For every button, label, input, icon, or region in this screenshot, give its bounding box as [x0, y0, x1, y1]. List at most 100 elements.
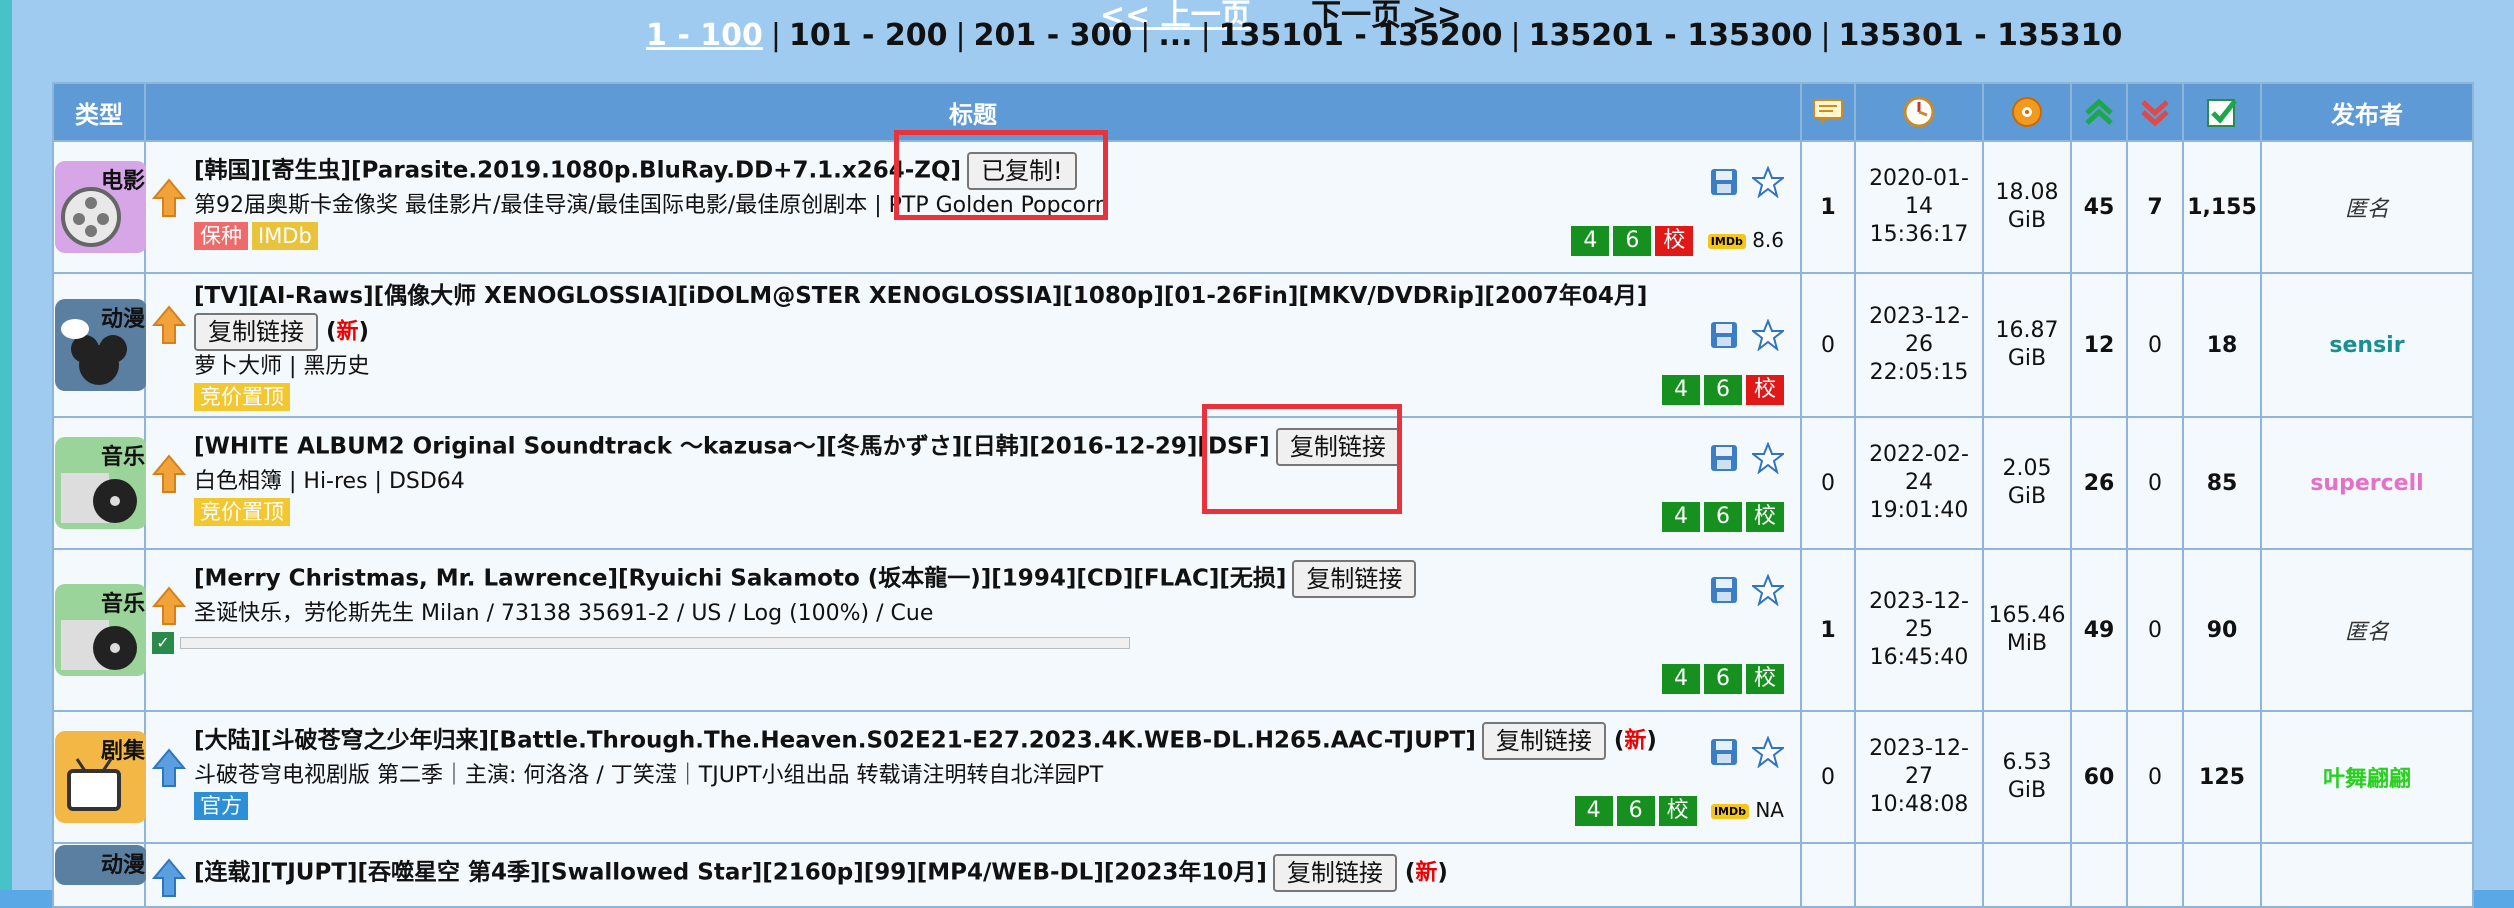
bookmark-star-icon[interactable] — [1750, 573, 1786, 607]
col-completed-header[interactable] — [2182, 82, 2262, 142]
download-floppy-icon[interactable] — [1709, 320, 1739, 350]
bookmark-star-icon[interactable] — [1750, 735, 1786, 769]
upload-time: 2023-12-26 22:05:15 — [1854, 272, 1984, 418]
col-seeders-header[interactable] — [2070, 82, 2128, 142]
category-icon-tv[interactable]: 剧集 — [55, 731, 147, 823]
bookmark-star-icon[interactable] — [1750, 318, 1786, 352]
imdb-icon: IMDb — [1710, 804, 1749, 819]
copy-link-button[interactable]: 复制链接 — [1272, 854, 1397, 892]
completed-count[interactable]: 1,155 — [2182, 140, 2262, 274]
col-type-header[interactable]: 类型 — [52, 82, 146, 142]
comments-count[interactable]: 1 — [1800, 140, 1856, 274]
leechers-down-icon — [2141, 100, 2169, 127]
download-floppy-icon[interactable] — [1709, 737, 1739, 767]
col-size-header[interactable] — [1982, 82, 2072, 142]
col-uploader-header[interactable]: 发布者 — [2260, 82, 2474, 142]
category-icon-music[interactable]: 音乐 — [55, 584, 147, 676]
upload-time: 2022-02-24 19:01:40 — [1854, 416, 1984, 550]
torrent-title-link[interactable]: [大陆][斗破苍穹之少年归来][Battle.Through.The.Heave… — [194, 728, 1476, 754]
page-ellipsis: ... — [1158, 18, 1193, 53]
page-link-2[interactable]: 101 - 200 — [789, 18, 948, 53]
film-reel-icon — [61, 187, 121, 247]
upload-time: 2023-12-25 16:45:40 — [1854, 548, 1984, 712]
leechers-count[interactable]: 0 — [2126, 272, 2184, 418]
copy-link-button[interactable]: 复制链接 — [1481, 722, 1606, 760]
badge-ipv6: 6 — [1704, 664, 1742, 694]
uploader[interactable]: 叶舞翩翩 — [2260, 710, 2474, 844]
torrent-subtitle: 圣诞快乐，劳伦斯先生 Milan / 73138 35691-2 / US / … — [194, 601, 934, 626]
category-cell: 电影 — [52, 140, 147, 274]
tag-imdb: IMDb — [252, 222, 318, 250]
uploader[interactable]: supercell — [2260, 416, 2474, 550]
category-icon-movie[interactable]: 电影 — [55, 161, 147, 253]
page-link-1352[interactable]: 135101 - 135200 — [1219, 18, 1503, 53]
size: 18.08 GiB — [1982, 140, 2072, 274]
completed-count[interactable]: 85 — [2182, 416, 2262, 550]
seeders-count[interactable]: 60 — [2070, 710, 2128, 844]
table-row: 动漫 [TV][AI-Raws][偶像大师 XENOGLOSSIA][iDOLM… — [52, 272, 2474, 418]
torrent-title-link[interactable]: [连载][TJUPT][吞噬星空 第4季][Swallowed Star][21… — [194, 860, 1267, 886]
badge-ipv4: 4 — [1662, 375, 1700, 405]
badge-ipv4: 4 — [1571, 226, 1610, 256]
sticky-up-arrow-icon — [152, 748, 186, 787]
page-link-1[interactable]: 1 - 100 — [646, 18, 763, 53]
new-label: 新 — [1415, 860, 1438, 886]
title-cell: [TV][AI-Raws][偶像大师 XENOGLOSSIA][iDOLM@ST… — [144, 272, 1802, 418]
completed-count[interactable]: 18 — [2182, 272, 2262, 418]
bookmark-star-icon[interactable] — [1750, 441, 1786, 475]
download-floppy-icon[interactable] — [1709, 575, 1739, 605]
page-link-1353[interactable]: 135201 - 135300 — [1529, 18, 1813, 53]
leechers-count[interactable]: 0 — [2126, 548, 2184, 712]
comments-count[interactable]: 0 — [1800, 272, 1856, 418]
category-icon-anime[interactable]: 动漫 — [55, 299, 147, 391]
download-floppy-icon[interactable] — [1709, 443, 1739, 473]
comments-count[interactable]: 0 — [1800, 416, 1856, 550]
tag-bid-top: 竞价置顶 — [194, 383, 290, 411]
table-row: 音乐 [Merry Christmas, Mr. Lawrence][Ryuic… — [52, 548, 2474, 712]
tag-official: 官方 — [194, 792, 248, 820]
tag-bid-top: 竞价置顶 — [194, 498, 290, 526]
torrent-subtitle: 萝卜大师 | 黑历史 — [194, 354, 370, 379]
comments-count[interactable]: 0 — [1800, 710, 1856, 844]
completed-count[interactable]: 125 — [2182, 710, 2262, 844]
leechers-count[interactable]: 7 — [2126, 140, 2184, 274]
badge-campus: 校 — [1658, 796, 1697, 826]
seeders-count[interactable]: 12 — [2070, 272, 2128, 418]
clock-icon — [1903, 96, 1935, 128]
page-link-3[interactable]: 201 - 300 — [974, 18, 1133, 53]
seeders-count[interactable]: 45 — [2070, 140, 2128, 274]
col-comments-header[interactable] — [1800, 82, 1856, 142]
seeders-count[interactable]: 49 — [2070, 548, 2128, 712]
torrent-title-link[interactable]: [韩国][寄生虫][Parasite.2019.1080p.BluRay.DD+… — [194, 158, 961, 184]
copy-link-button[interactable]: 复制链接 — [1292, 560, 1417, 598]
category-icon-anime[interactable]: 动漫 — [55, 845, 147, 885]
category-cell: 剧集 — [52, 710, 147, 844]
tv-icon — [67, 758, 121, 811]
category-icon-music[interactable]: 音乐 — [55, 437, 147, 529]
music-disc-icon — [61, 473, 137, 523]
seeders-count[interactable]: 26 — [2070, 416, 2128, 550]
badge-ipv6: 6 — [1616, 796, 1655, 826]
badge-campus: 校 — [1746, 502, 1784, 532]
torrent-subtitle: 白色相簿 | Hi-res | DSD64 — [194, 469, 465, 494]
torrent-title-link[interactable]: [WHITE ALBUM2 Original Soundtrack ～kazus… — [194, 434, 1270, 460]
highlight-box-copy-link — [1202, 404, 1402, 514]
sticky-up-arrow-icon — [152, 178, 186, 217]
torrent-title-link[interactable]: [TV][AI-Raws][偶像大师 XENOGLOSSIA][iDOLM@ST… — [194, 283, 1647, 309]
category-cell: 音乐 — [52, 416, 147, 550]
col-leechers-header[interactable] — [2126, 82, 2184, 142]
page-link-last[interactable]: 135301 - 135310 — [1839, 18, 2123, 53]
download-floppy-icon[interactable] — [1709, 167, 1739, 197]
comments-count[interactable]: 1 — [1800, 548, 1856, 712]
sticky-up-arrow-icon — [152, 305, 186, 344]
leechers-count[interactable]: 0 — [2126, 416, 2184, 550]
uploader[interactable]: sensir — [2260, 272, 2474, 418]
bookmark-star-icon[interactable] — [1750, 165, 1786, 199]
completed-count[interactable]: 90 — [2182, 548, 2262, 712]
copy-link-button[interactable]: 复制链接 — [194, 313, 318, 351]
leechers-count[interactable]: 0 — [2126, 710, 2184, 844]
title-cell: [连载][TJUPT][吞噬星空 第4季][Swallowed Star][21… — [144, 842, 1802, 908]
torrent-title-link[interactable]: [Merry Christmas, Mr. Lawrence][Ryuichi … — [194, 566, 1286, 592]
col-time-header[interactable] — [1854, 82, 1984, 142]
comments-icon — [1813, 99, 1843, 125]
